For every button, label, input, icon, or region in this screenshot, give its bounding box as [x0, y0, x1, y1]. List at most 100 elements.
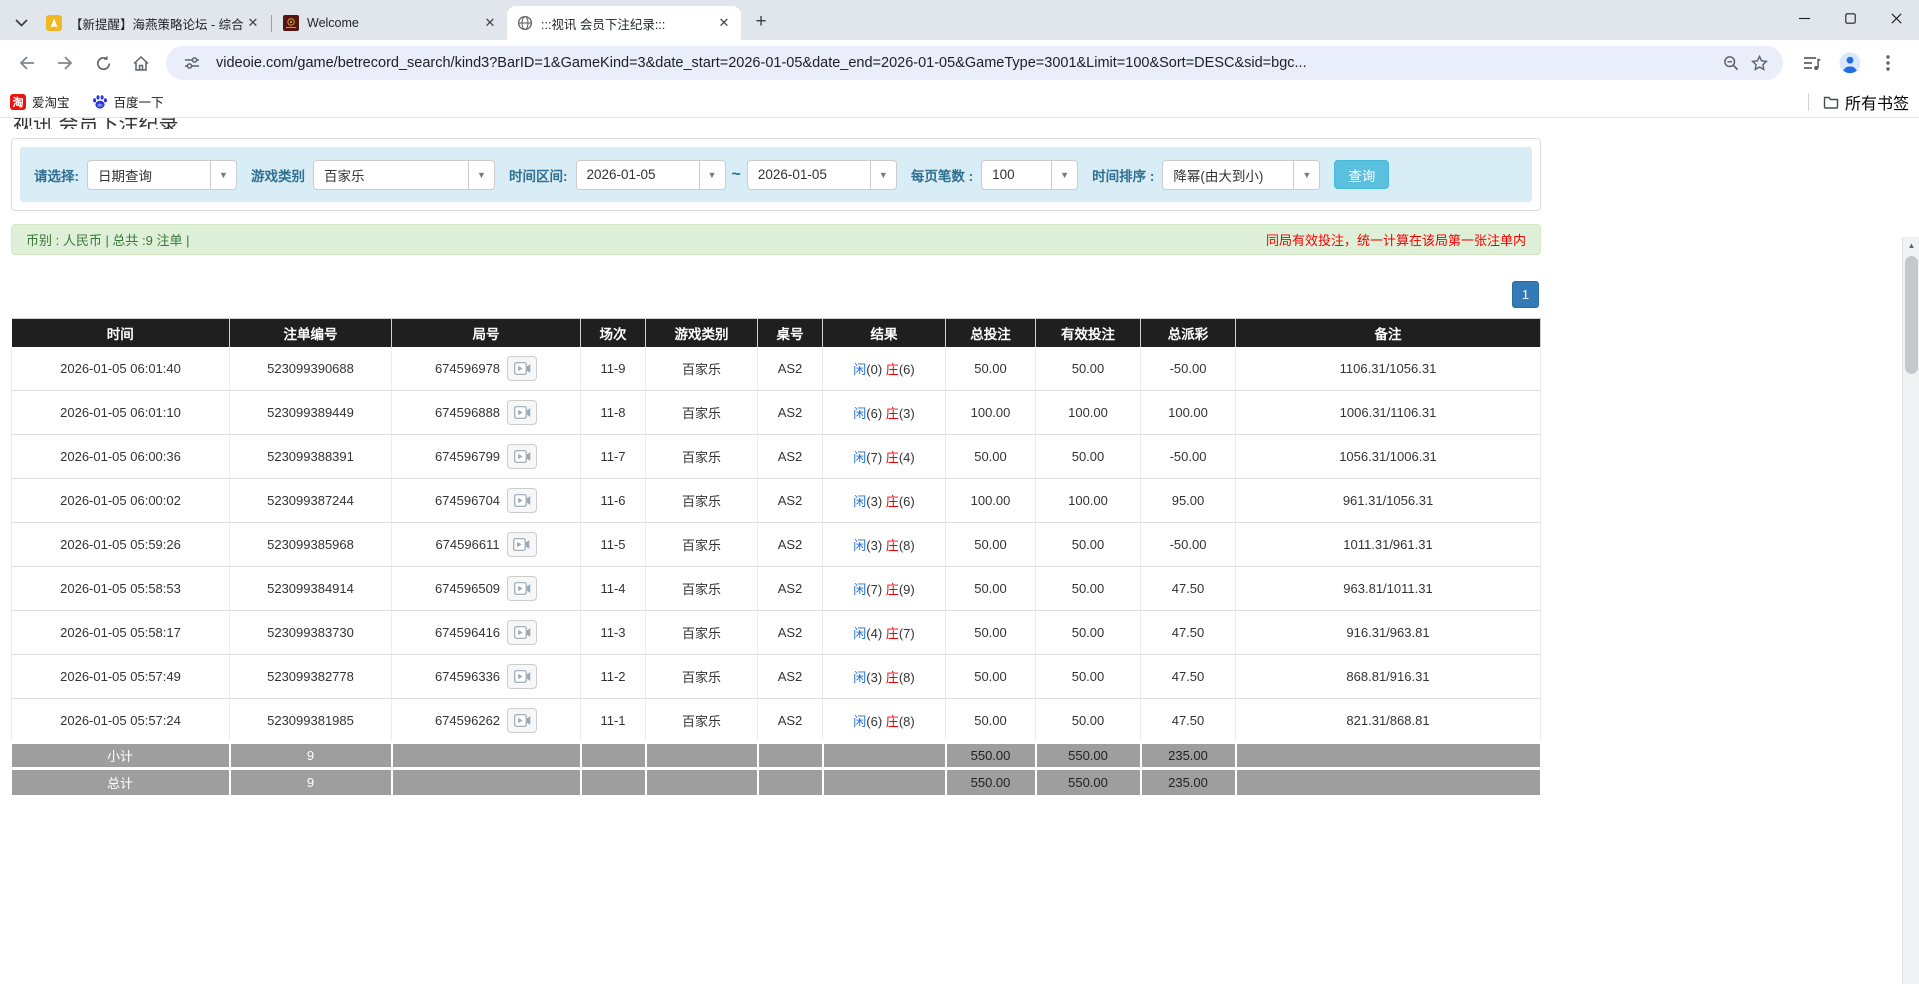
cell-note: 821.31/868.81	[1236, 699, 1541, 743]
round-number: 674596978	[435, 361, 500, 376]
sort-value: 降幂(由大到小)	[1163, 161, 1293, 189]
cell-game-type: 百家乐	[646, 479, 758, 523]
video-replay-button[interactable]	[507, 356, 537, 381]
tab-search-chevron-icon[interactable]	[6, 6, 36, 40]
video-replay-button[interactable]	[507, 488, 537, 513]
forward-icon[interactable]	[48, 46, 82, 80]
bookmark-baidu[interactable]: du 百度一下	[92, 92, 164, 111]
cell-total-bet[interactable]: 50.00	[946, 699, 1036, 743]
cell-note: 1056.31/1006.31	[1236, 435, 1541, 479]
new-tab-button[interactable]: +	[747, 8, 775, 36]
vertical-scrollbar[interactable]: ▲ ▼	[1902, 237, 1919, 984]
bookmark-taobao[interactable]: 淘 爱淘宝	[10, 92, 70, 111]
close-window-button[interactable]	[1873, 0, 1919, 36]
total-valid-bet: 550.00	[1036, 769, 1141, 795]
video-replay-button[interactable]	[507, 532, 537, 557]
cell-total-bet[interactable]: 50.00	[946, 611, 1036, 655]
cell-result: 闲(6) 庄(8)	[823, 699, 946, 743]
menu-kebab-icon[interactable]	[1871, 46, 1905, 80]
result-score: (3)	[866, 494, 886, 509]
date-end-select[interactable]: 2026-01-05 ▼	[747, 160, 897, 190]
cell-time: 2026-01-05 05:58:53	[12, 567, 230, 611]
query-type-select[interactable]: 日期查询 ▼	[87, 160, 237, 190]
video-replay-button[interactable]	[507, 708, 537, 733]
sort-select[interactable]: 降幂(由大到小) ▼	[1162, 160, 1320, 190]
cell-valid-bet: 50.00	[1036, 699, 1141, 743]
table-row: 2026-01-05 06:00:02523099387244674596704…	[12, 479, 1541, 523]
result-player: 闲	[853, 626, 866, 641]
cell-result: 闲(7) 庄(4)	[823, 435, 946, 479]
home-icon[interactable]	[124, 46, 158, 80]
round-number: 674596262	[435, 713, 500, 728]
tab-bet-records[interactable]: :::视讯 会员下注纪录::: ✕	[507, 6, 741, 40]
close-tab-icon[interactable]: ✕	[244, 14, 262, 32]
minimize-button[interactable]	[1781, 0, 1827, 36]
date-start-select[interactable]: 2026-01-05 ▼	[576, 160, 726, 190]
column-header: 结果	[823, 319, 946, 347]
column-header: 备注	[1236, 319, 1541, 347]
cell-total-bet[interactable]: 50.00	[946, 435, 1036, 479]
cell-table-code: AS2	[758, 567, 823, 611]
total-count: 9	[230, 769, 392, 795]
cell-total-bet[interactable]: 100.00	[946, 391, 1036, 435]
cell-note: 963.81/1011.31	[1236, 567, 1541, 611]
media-controls-icon[interactable]	[1795, 46, 1829, 80]
maximize-button[interactable]	[1827, 0, 1873, 36]
video-replay-button[interactable]	[507, 620, 537, 645]
game-type-select[interactable]: 百家乐 ▼	[313, 160, 495, 190]
cell-total-bet[interactable]: 50.00	[946, 347, 1036, 391]
all-bookmarks[interactable]: 所有书签	[1808, 90, 1909, 114]
close-tab-icon[interactable]: ✕	[481, 14, 499, 32]
bookmark-label: 爱淘宝	[32, 92, 70, 111]
column-header: 场次	[581, 319, 646, 347]
site-settings-tune-icon[interactable]	[178, 49, 206, 77]
cell-round: 674596978	[392, 347, 581, 391]
video-replay-button[interactable]	[507, 664, 537, 689]
round-number: 674596509	[435, 581, 500, 596]
per-page-select[interactable]: 100 ▼	[981, 160, 1078, 190]
subtotal-label: 小计	[12, 743, 230, 769]
cell-table-code: AS2	[758, 435, 823, 479]
video-replay-button[interactable]	[507, 444, 537, 469]
reload-icon[interactable]	[86, 46, 120, 80]
chevron-down-icon: ▼	[1293, 161, 1319, 189]
back-icon[interactable]	[10, 46, 44, 80]
cell-round: 674596509	[392, 567, 581, 611]
per-page-value: 100	[982, 161, 1051, 189]
page-number-button[interactable]: 1	[1512, 281, 1539, 308]
all-bookmarks-label: 所有书签	[1845, 90, 1909, 114]
url-text[interactable]: videoie.com/game/betrecord_search/kind3?…	[216, 55, 1717, 71]
cell-valid-bet: 100.00	[1036, 391, 1141, 435]
close-tab-icon[interactable]: ✕	[715, 14, 733, 32]
video-replay-button[interactable]	[507, 576, 537, 601]
cell-table-code: AS2	[758, 523, 823, 567]
bookmark-star-icon[interactable]	[1745, 49, 1773, 77]
result-score: (3)	[866, 670, 886, 685]
tab-welcome[interactable]: Welcome ✕	[273, 6, 507, 40]
profile-avatar[interactable]	[1833, 46, 1867, 80]
scroll-up-icon[interactable]: ▲	[1903, 237, 1919, 254]
column-header: 时间	[12, 319, 230, 347]
url-bar[interactable]: videoie.com/game/betrecord_search/kind3?…	[166, 46, 1783, 80]
tab-forum[interactable]: 【新提醒】海燕策略论坛 - 综合 ✕	[36, 6, 270, 40]
cell-total-bet[interactable]: 50.00	[946, 655, 1036, 699]
result-banker: 庄	[886, 494, 899, 509]
cell-valid-bet: 50.00	[1036, 567, 1141, 611]
cell-round: 674596416	[392, 611, 581, 655]
cell-table-code: AS2	[758, 347, 823, 391]
cell-valid-bet: 50.00	[1036, 611, 1141, 655]
cell-total-bet[interactable]: 50.00	[946, 523, 1036, 567]
cell-game-type: 百家乐	[646, 347, 758, 391]
result-player: 闲	[853, 494, 866, 509]
cell-game-type: 百家乐	[646, 699, 758, 743]
bookmarks-bar: 淘 爱淘宝 du 百度一下 所有书签	[0, 86, 1919, 118]
cell-total-bet[interactable]: 50.00	[946, 567, 1036, 611]
result-score: (6)	[899, 362, 915, 377]
result-score: (3)	[899, 406, 915, 421]
video-replay-button[interactable]	[507, 400, 537, 425]
cell-valid-bet: 50.00	[1036, 347, 1141, 391]
search-button[interactable]: 查询	[1334, 160, 1389, 189]
scrollbar-thumb[interactable]	[1905, 256, 1918, 374]
cell-total-bet[interactable]: 100.00	[946, 479, 1036, 523]
zoom-icon[interactable]	[1717, 49, 1745, 77]
